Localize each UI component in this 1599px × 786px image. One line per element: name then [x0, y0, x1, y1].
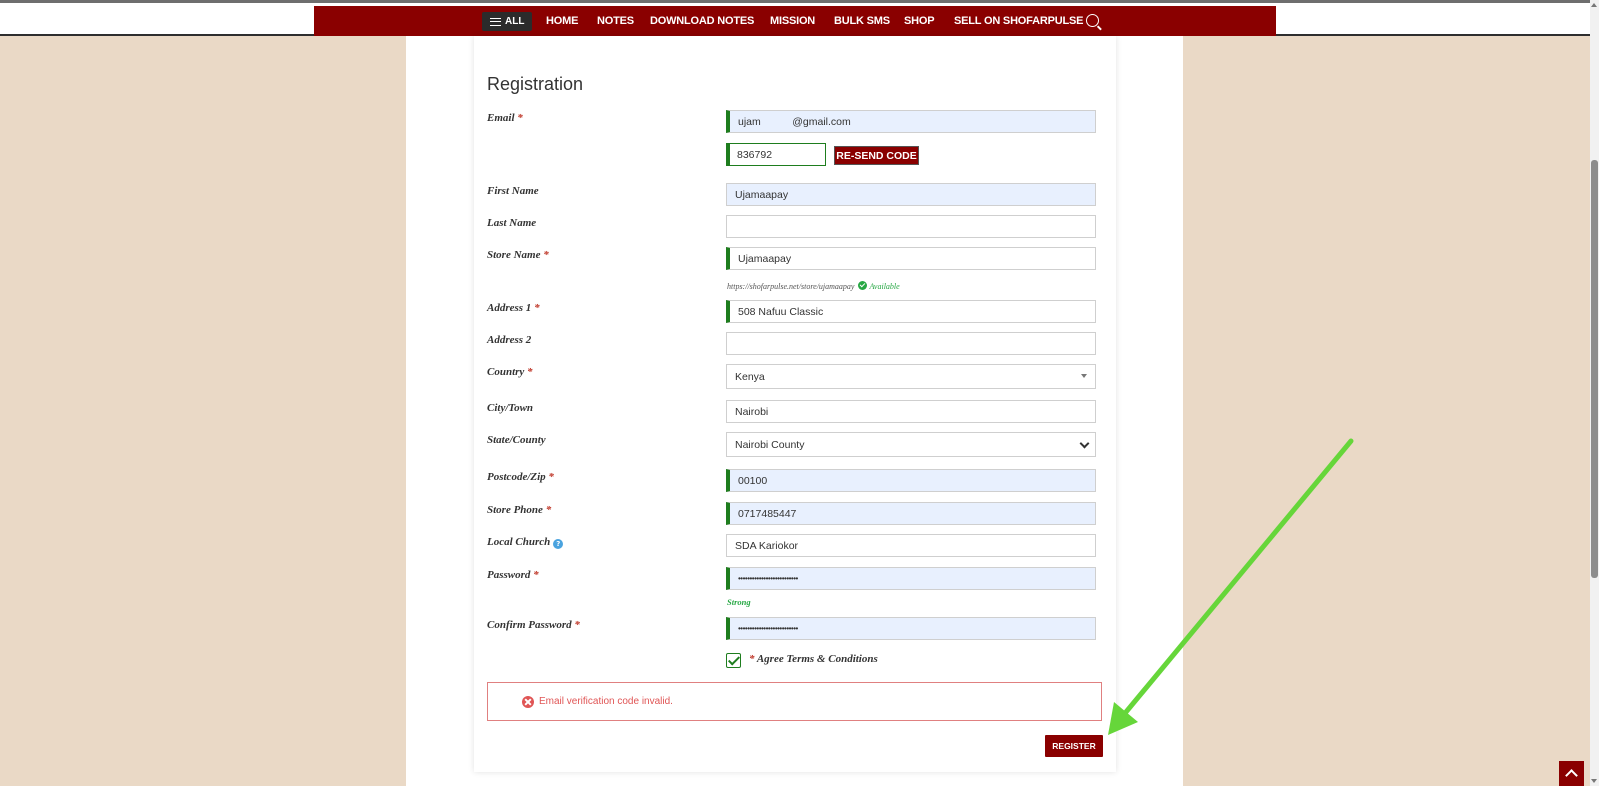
- state-label: State/County: [487, 434, 546, 446]
- store-name-label: Store Name *: [487, 249, 549, 261]
- caret-down-icon: [1081, 374, 1087, 378]
- check-circle-icon: [858, 281, 868, 290]
- all-menu-button[interactable]: ALL: [482, 12, 533, 31]
- store-phone-label: Store Phone *: [487, 504, 552, 516]
- postcode-field[interactable]: 00100: [726, 469, 1096, 492]
- all-menu-label: ALL: [505, 16, 525, 27]
- error-message: Email verification code invalid.: [539, 696, 673, 707]
- chevron-down-icon: [1079, 438, 1090, 449]
- error-alert: Email verification code invalid.: [487, 682, 1102, 721]
- postcode-label: Postcode/Zip *: [487, 471, 554, 483]
- nav-sell-on-shofarpulse[interactable]: SELL ON SHOFARPULSE: [954, 15, 1083, 27]
- terms-label[interactable]: * Agree Terms & Conditions: [749, 653, 878, 665]
- address2-field[interactable]: [726, 332, 1096, 355]
- last-name-label: Last Name: [487, 217, 537, 229]
- back-to-top-button[interactable]: [1559, 761, 1584, 786]
- password-label: Password *: [487, 569, 539, 581]
- address1-label: Address 1 *: [487, 302, 540, 314]
- nav-home[interactable]: HOME: [546, 15, 578, 27]
- nav-mission[interactable]: MISSION: [770, 15, 815, 27]
- top-bar: ALL HOME NOTES DOWNLOAD NOTES MISSION BU…: [0, 0, 1590, 37]
- store-url-hint: https://shofarpulse.net/store/ujamaapay A…: [727, 281, 900, 291]
- confirm-password-field[interactable]: ••••••••••••••••••••••••••: [726, 617, 1096, 640]
- local-church-field[interactable]: SDA Kariokor: [726, 534, 1096, 557]
- country-label: Country *: [487, 366, 533, 378]
- page-background-right: [1183, 36, 1590, 786]
- first-name-label: First Name: [487, 185, 539, 197]
- help-icon[interactable]: ?: [553, 539, 564, 549]
- email-label: Email *: [487, 112, 523, 124]
- store-name-field[interactable]: Ujamaapay: [726, 247, 1096, 270]
- password-field[interactable]: ••••••••••••••••••••••••••: [726, 567, 1096, 590]
- main-navigation: ALL HOME NOTES DOWNLOAD NOTES MISSION BU…: [314, 6, 1276, 37]
- nav-notes[interactable]: NOTES: [597, 15, 634, 27]
- nav-download-notes[interactable]: DOWNLOAD NOTES: [650, 15, 754, 27]
- scroll-up-icon[interactable]: [1591, 3, 1597, 7]
- email-field[interactable]: ujam @gmail.com: [726, 110, 1096, 133]
- confirm-password-label: Confirm Password *: [487, 619, 580, 631]
- local-church-label: Local Church?: [487, 536, 564, 549]
- page-title: Registration: [487, 74, 584, 94]
- first-name-field[interactable]: Ujamaapay: [726, 183, 1096, 206]
- address1-field[interactable]: 508 Nafuu Classic: [726, 300, 1096, 323]
- password-strength: Strong: [727, 597, 751, 607]
- city-field[interactable]: Nairobi: [726, 400, 1096, 423]
- hamburger-icon: [490, 17, 501, 26]
- state-select[interactable]: Nairobi County: [726, 432, 1096, 457]
- last-name-field[interactable]: [726, 215, 1096, 238]
- nav-shop[interactable]: SHOP: [904, 15, 935, 27]
- scrollbar-thumb[interactable]: [1591, 160, 1598, 578]
- city-label: City/Town: [487, 402, 534, 414]
- store-phone-field[interactable]: 0717485447: [726, 502, 1096, 525]
- verification-code-field[interactable]: 836792: [726, 143, 826, 166]
- scroll-down-icon[interactable]: [1591, 779, 1597, 783]
- page-background-left: [0, 36, 406, 786]
- nav-bulk-sms[interactable]: BULK SMS: [834, 15, 890, 27]
- search-icon[interactable]: [1086, 14, 1099, 27]
- address2-label: Address 2: [487, 334, 532, 346]
- scrollbar[interactable]: [1590, 0, 1599, 786]
- country-select[interactable]: Kenya: [726, 364, 1096, 389]
- terms-checkbox[interactable]: [726, 653, 741, 668]
- resend-code-button[interactable]: RE-SEND CODE: [834, 146, 919, 165]
- error-circle-icon: [522, 696, 534, 708]
- register-button[interactable]: REGISTER: [1045, 735, 1103, 757]
